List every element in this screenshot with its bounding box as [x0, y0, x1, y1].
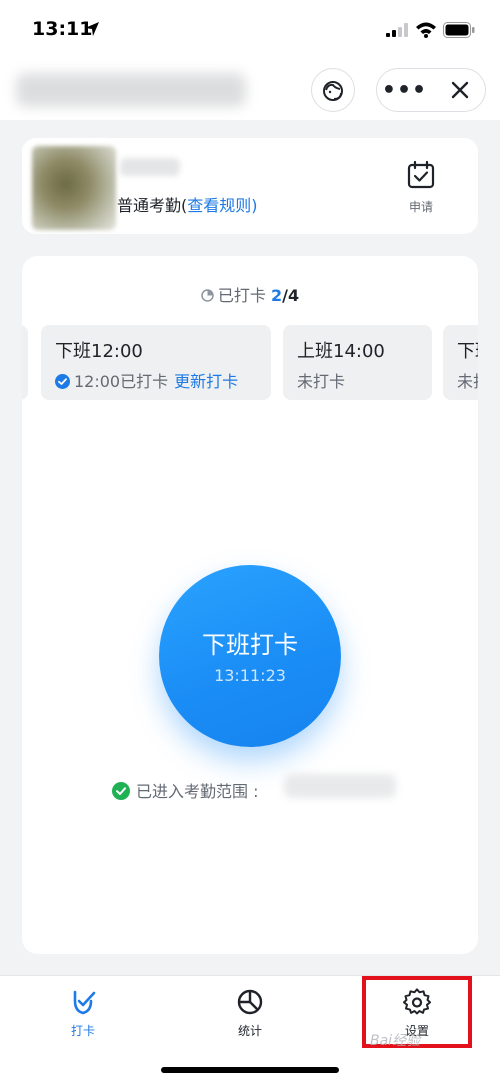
pie-progress-icon	[201, 289, 214, 302]
close-button[interactable]	[432, 69, 487, 111]
punch-label: 下班打卡	[202, 631, 298, 659]
shift-title: 下班	[457, 341, 478, 362]
progress-done: 2	[270, 286, 283, 305]
apply-button[interactable]: 申请	[396, 160, 446, 220]
status-bar: 13:11	[0, 0, 500, 60]
success-check-icon	[112, 782, 130, 800]
shift-card-prev[interactable]	[22, 325, 28, 400]
tab-label: 打卡	[70, 1024, 95, 1038]
shift-card-onwork-1400[interactable]: 上班14:00 未打卡	[283, 325, 432, 400]
check-circle-icon	[55, 374, 70, 389]
progress-prefix: 已打卡	[217, 286, 271, 305]
location-redacted	[284, 774, 396, 798]
punch-out-button[interactable]: 下班打卡 13:11:23	[159, 565, 341, 747]
shift-status-text: 12:00已打卡	[74, 372, 169, 391]
tab-statistics[interactable]: 统计	[210, 988, 290, 1048]
headset-icon	[323, 81, 343, 101]
update-punch-link[interactable]: 更新打卡	[174, 372, 238, 391]
shift-status: 12:00已打卡 更新打卡	[55, 368, 238, 392]
shift-title: 上班14:00	[297, 341, 385, 362]
more-button[interactable]: •••	[377, 69, 432, 111]
calendar-check-icon	[407, 160, 435, 189]
header-title-redacted	[16, 73, 246, 107]
punch-check-icon	[73, 990, 96, 1015]
shift-card-offwork-1200[interactable]: 下班12:00 12:00已打卡 更新打卡	[41, 325, 271, 400]
rule-type: 普通考勤(	[117, 196, 188, 215]
range-label: 已进入考勤范围 :	[136, 782, 259, 801]
rule-suffix: )	[251, 196, 258, 215]
attendance-rule: 普通考勤(查看规则)	[117, 192, 258, 216]
shift-card-next[interactable]: 下班 未打	[443, 325, 478, 400]
customer-service-button[interactable]	[311, 68, 355, 112]
progress-total: /4	[282, 286, 300, 305]
user-name-redacted	[120, 158, 180, 176]
app-header: •••	[0, 60, 500, 120]
punch-progress: 已打卡 2/4	[22, 282, 478, 306]
tab-label: 统计	[237, 1024, 262, 1038]
pie-chart-icon	[237, 989, 263, 1015]
punch-card-panel: 已打卡 2/4 下班12:00 12:00已打卡 更新打卡 上班14:00 未打卡…	[22, 256, 478, 954]
shift-title: 下班12:00	[55, 341, 143, 362]
battery-icon	[443, 22, 475, 38]
attendance-range-status: 已进入考勤范围 :	[112, 778, 258, 802]
user-card: 普通考勤(查看规则) 申请	[22, 138, 478, 234]
close-icon	[451, 81, 468, 99]
home-indicator[interactable]	[161, 1067, 339, 1073]
watermark: Bai经验	[370, 1033, 421, 1049]
tab-punch[interactable]: 打卡	[43, 988, 123, 1048]
shift-status: 未打	[457, 372, 478, 391]
location-arrow-icon	[85, 22, 99, 36]
bottom-tab-bar: 打卡 统计 设置 Bai经验	[0, 975, 500, 1083]
shift-status: 未打卡	[297, 372, 346, 391]
punch-time: 13:11:23	[214, 666, 286, 685]
avatar	[32, 146, 116, 230]
signal-icon	[386, 23, 408, 37]
wifi-icon	[416, 22, 436, 38]
view-rules-link[interactable]: 查看规则	[187, 196, 251, 215]
mini-program-capsule: •••	[376, 68, 486, 112]
apply-label: 申请	[408, 200, 433, 214]
